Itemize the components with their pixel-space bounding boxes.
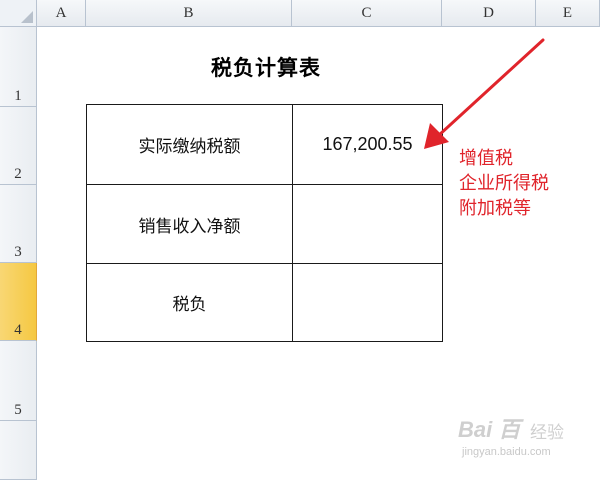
baidu-watermark: Bai 百 经验 jingyan.baidu.com	[458, 412, 578, 466]
baidu-logo-icon: Bai 百	[458, 417, 521, 442]
watermark-sub: 经验	[530, 423, 564, 443]
annotation-line-2: 企业所得税	[459, 173, 549, 194]
annotation-line-3: 附加税等	[459, 198, 531, 219]
watermark-url: jingyan.baidu.com	[462, 446, 551, 458]
annotation-line-1: 增值税	[459, 148, 513, 169]
red-arrow-icon	[424, 38, 545, 149]
